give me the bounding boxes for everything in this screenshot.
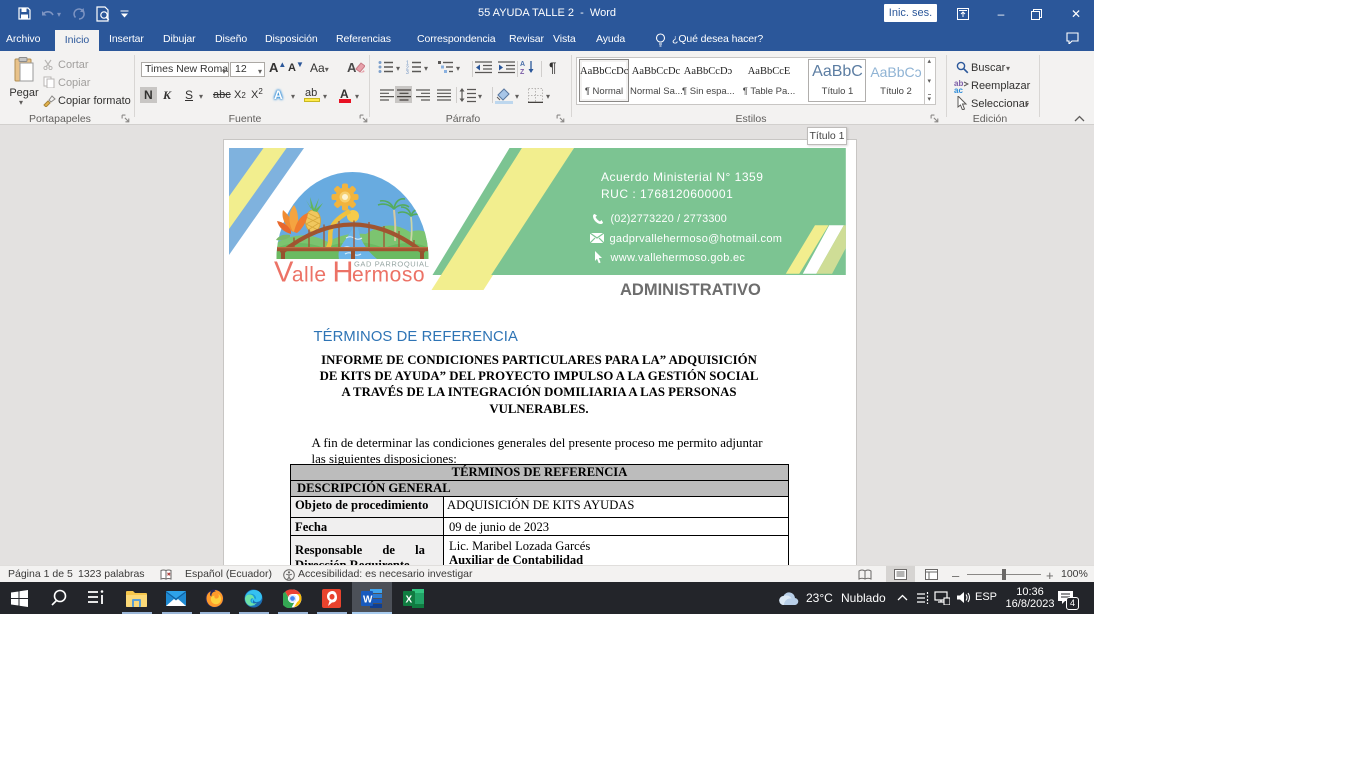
svg-text:3: 3	[406, 70, 409, 74]
svg-text:W: W	[363, 595, 373, 606]
svg-text:A: A	[520, 61, 525, 68]
svg-text:ac: ac	[954, 86, 963, 93]
svg-text:A: A	[347, 60, 357, 75]
svg-text:X: X	[406, 595, 413, 606]
svg-text:Z: Z	[520, 69, 525, 75]
